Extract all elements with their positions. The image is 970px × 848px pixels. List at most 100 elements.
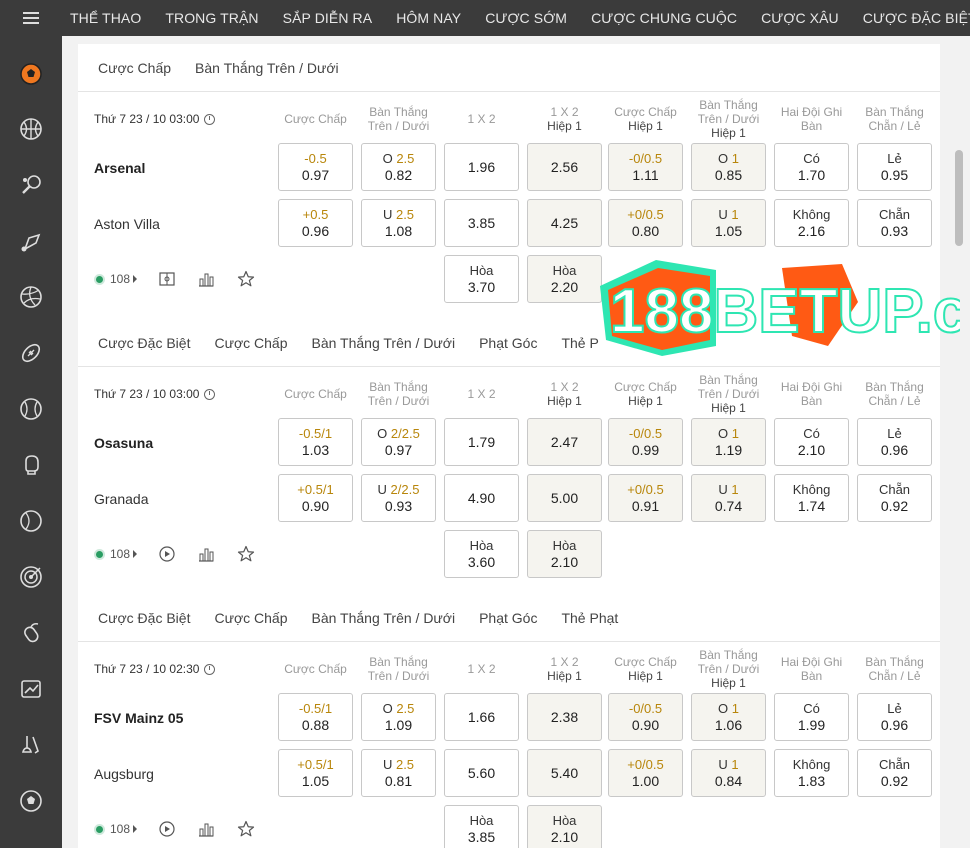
market-tab[interactable]: Cược Chấp <box>214 335 287 351</box>
odds-button[interactable]: -0.5 0.97 <box>278 143 353 191</box>
odds-button[interactable]: U 1 0.84 <box>691 749 766 797</box>
odds-button[interactable]: U 2/2.5 0.93 <box>361 474 436 522</box>
odds-button[interactable]: Có 1.99 <box>774 693 849 741</box>
odds-button[interactable]: 2.47 <box>527 418 602 466</box>
odds-button[interactable]: -0/0.5 0.99 <box>608 418 683 466</box>
more-markets-count[interactable]: 108 <box>110 272 130 286</box>
odds-button[interactable]: -0/0.5 0.90 <box>608 693 683 741</box>
more-markets-count[interactable]: 108 <box>110 547 130 561</box>
draw-odds-button[interactable]: Hòa 3.60 <box>444 530 519 578</box>
market-tab[interactable]: Cược Đặc Biệt <box>98 610 190 626</box>
futsal-icon[interactable] <box>19 789 43 813</box>
odds-button[interactable]: Chẵn 0.92 <box>857 474 932 522</box>
american-football-icon[interactable] <box>19 341 43 365</box>
odds-button[interactable]: 2.38 <box>527 693 602 741</box>
favorite-star-icon[interactable] <box>237 820 255 838</box>
top-nav-item[interactable]: CƯỢC SỚM <box>485 10 567 26</box>
chart-icon[interactable] <box>19 677 43 701</box>
market-tab[interactable]: Cược Đặc Biệt <box>98 335 190 351</box>
mouse-esports-icon[interactable] <box>19 621 43 645</box>
top-nav-item[interactable]: CƯỢC CHUNG CUỘC <box>591 10 737 26</box>
draw-odds-button[interactable]: Hòa 3.70 <box>444 255 519 303</box>
caret-right-icon[interactable] <box>133 550 138 558</box>
market-tab[interactable]: Thẻ Phạt <box>561 610 618 626</box>
odds-button[interactable]: -0/0.5 1.11 <box>608 143 683 191</box>
odds-button[interactable]: 4.90 <box>444 474 519 522</box>
stats-icon[interactable] <box>197 271 215 287</box>
boxing-icon[interactable] <box>19 453 43 477</box>
top-nav-item[interactable]: THỂ THAO <box>70 10 141 26</box>
odds-button[interactable]: 1.66 <box>444 693 519 741</box>
menu-icon[interactable] <box>0 0 62 36</box>
golf-icon[interactable] <box>19 733 43 757</box>
odds-button[interactable]: Lẻ 0.96 <box>857 418 932 466</box>
draw-odds-button[interactable]: Hòa 2.20 <box>527 255 602 303</box>
draw-odds-button[interactable]: Hòa 2.10 <box>527 805 602 848</box>
badminton-icon[interactable] <box>19 229 43 253</box>
baseball-icon[interactable] <box>19 397 43 421</box>
soccer-icon[interactable] <box>19 62 43 86</box>
favorite-star-icon[interactable] <box>237 270 255 288</box>
odds-button[interactable]: Lẻ 0.95 <box>857 143 932 191</box>
caret-right-icon[interactable] <box>133 275 138 283</box>
odds-button[interactable]: O 1 0.85 <box>691 143 766 191</box>
odds-button[interactable]: 1.96 <box>444 143 519 191</box>
top-nav-item[interactable]: CƯỢC XÂU <box>761 10 839 26</box>
odds-button[interactable]: Không 1.74 <box>774 474 849 522</box>
odds-button[interactable]: Chẵn 0.92 <box>857 749 932 797</box>
odds-button[interactable]: 5.60 <box>444 749 519 797</box>
tennis-icon[interactable] <box>19 173 43 197</box>
favorite-star-icon[interactable] <box>237 545 255 563</box>
stats-icon[interactable] <box>197 546 215 562</box>
odds-button[interactable]: Có 1.70 <box>774 143 849 191</box>
market-tab[interactable]: Cược Chấp <box>98 60 171 76</box>
stats-icon[interactable] <box>197 821 215 837</box>
odds-button[interactable]: 4.25 <box>527 199 602 247</box>
odds-button[interactable]: O 2.5 1.09 <box>361 693 436 741</box>
market-tab[interactable]: Cược Chấp <box>214 610 287 626</box>
odds-button[interactable]: U 1 0.74 <box>691 474 766 522</box>
odds-button[interactable]: Có 2.10 <box>774 418 849 466</box>
play-icon[interactable] <box>159 821 175 837</box>
top-nav-item[interactable]: TRONG TRẬN <box>165 10 258 26</box>
top-nav-item[interactable]: CƯỢC ĐẶC BIỆT <box>863 10 970 26</box>
odds-button[interactable]: +0/0.5 0.80 <box>608 199 683 247</box>
odds-button[interactable]: +0.5/1 1.05 <box>278 749 353 797</box>
odds-button[interactable]: +0/0.5 0.91 <box>608 474 683 522</box>
scrollbar-thumb[interactable] <box>955 150 963 246</box>
top-nav-item[interactable]: SẮP DIỄN RA <box>283 10 373 26</box>
odds-button[interactable]: 5.00 <box>527 474 602 522</box>
odds-button[interactable]: Không 2.16 <box>774 199 849 247</box>
cricket-icon[interactable] <box>19 509 43 533</box>
market-tab[interactable]: Bàn Thắng Trên / Dưới <box>195 60 339 76</box>
scrollbar-track[interactable] <box>962 36 970 848</box>
market-tab[interactable]: Phạt Góc <box>479 610 537 626</box>
odds-button[interactable]: +0.5/1 0.90 <box>278 474 353 522</box>
basketball-icon[interactable] <box>19 117 43 141</box>
odds-button[interactable]: O 2/2.5 0.97 <box>361 418 436 466</box>
odds-button[interactable]: O 1 1.19 <box>691 418 766 466</box>
odds-button[interactable]: +0.5 0.96 <box>278 199 353 247</box>
market-tab[interactable]: Bàn Thắng Trên / Dưới <box>312 610 456 626</box>
odds-button[interactable]: U 2.5 0.81 <box>361 749 436 797</box>
odds-button[interactable]: U 2.5 1.08 <box>361 199 436 247</box>
darts-icon[interactable] <box>19 565 43 589</box>
odds-button[interactable]: 3.85 <box>444 199 519 247</box>
odds-button[interactable]: Không 1.83 <box>774 749 849 797</box>
odds-button[interactable]: U 1 1.05 <box>691 199 766 247</box>
odds-button[interactable]: O 2.5 0.82 <box>361 143 436 191</box>
play-icon[interactable] <box>159 546 175 562</box>
odds-button[interactable]: Lẻ 0.96 <box>857 693 932 741</box>
odds-button[interactable]: 1.79 <box>444 418 519 466</box>
odds-button[interactable]: 5.40 <box>527 749 602 797</box>
odds-button[interactable]: Chẵn 0.93 <box>857 199 932 247</box>
market-tab[interactable]: Bàn Thắng Trên / Dưới <box>312 335 456 351</box>
market-tab[interactable]: Phạt Góc <box>479 335 537 351</box>
caret-right-icon[interactable] <box>133 825 138 833</box>
odds-button[interactable]: 2.56 <box>527 143 602 191</box>
odds-button[interactable]: -0.5/1 1.03 <box>278 418 353 466</box>
draw-odds-button[interactable]: Hòa 2.10 <box>527 530 602 578</box>
odds-button[interactable]: -0.5/1 0.88 <box>278 693 353 741</box>
market-tab[interactable]: Thẻ P <box>561 335 598 351</box>
draw-odds-button[interactable]: Hòa 3.85 <box>444 805 519 848</box>
